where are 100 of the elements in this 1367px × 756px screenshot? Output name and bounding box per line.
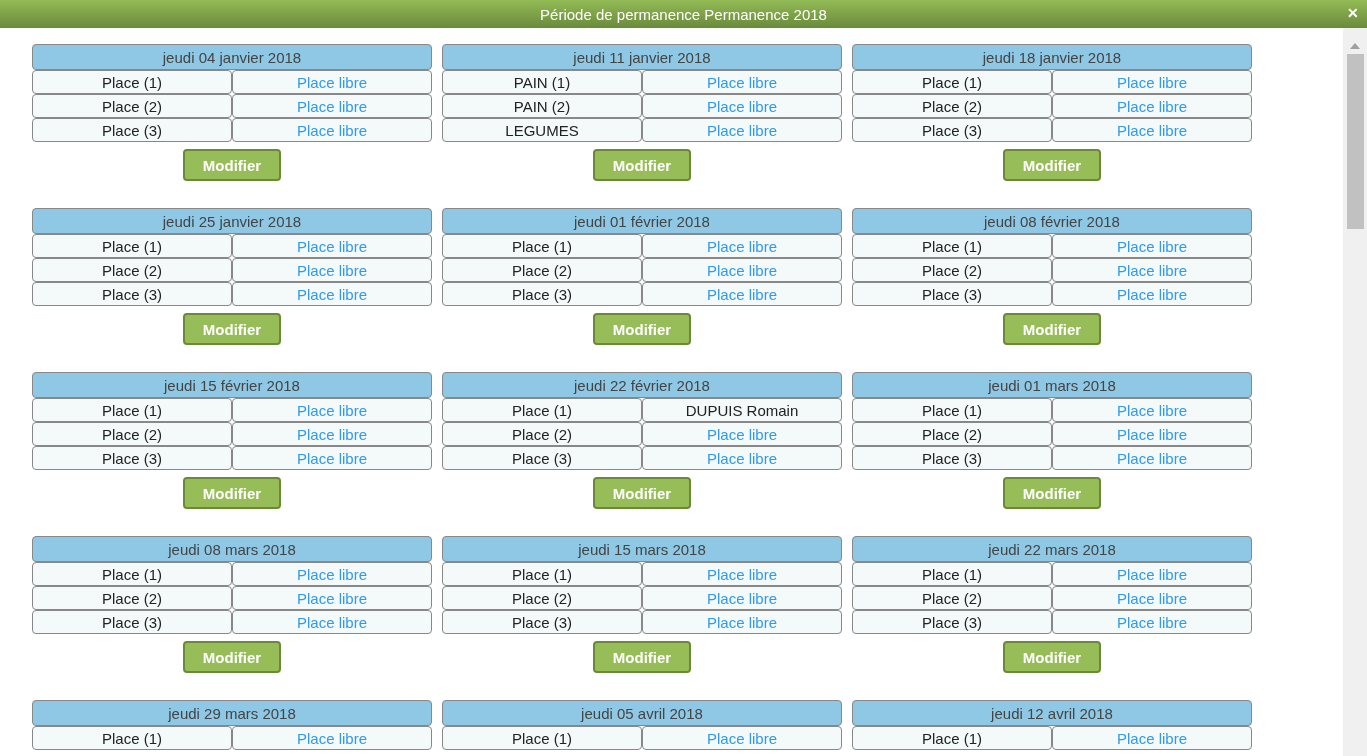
place-cell: Place (1) <box>32 562 232 586</box>
free-slot-link[interactable]: Place libre <box>1052 422 1252 446</box>
date-header: jeudi 15 février 2018 <box>32 372 432 398</box>
free-slot-link[interactable]: Place libre <box>642 446 842 470</box>
free-slot-link[interactable]: Place libre <box>232 726 432 750</box>
free-slot-link[interactable]: Place libre <box>642 258 842 282</box>
date-header: jeudi 22 mars 2018 <box>852 536 1252 562</box>
place-cell: Place (1) <box>442 234 642 258</box>
place-cell: Place (3) <box>442 282 642 306</box>
free-slot-link[interactable]: Place libre <box>232 422 432 446</box>
free-slot-link[interactable]: Place libre <box>232 70 432 94</box>
free-slot-link[interactable]: Place libre <box>1052 94 1252 118</box>
place-cell: Place (1) <box>32 70 232 94</box>
free-slot-link[interactable]: Place libre <box>232 118 432 142</box>
place-cell: Place (1) <box>852 234 1052 258</box>
window-title: Période de permanence Permanence 2018 <box>540 5 827 23</box>
scroll-up-icon[interactable] <box>1350 43 1360 49</box>
place-cell: Place (3) <box>852 610 1052 634</box>
modify-button[interactable]: Modifier <box>1003 149 1101 181</box>
modify-button[interactable]: Modifier <box>1003 313 1101 345</box>
modify-button[interactable]: Modifier <box>183 641 281 673</box>
free-slot-link[interactable]: Place libre <box>232 610 432 634</box>
free-slot-link[interactable]: Place libre <box>1052 610 1252 634</box>
free-slot-link[interactable]: Place libre <box>232 258 432 282</box>
place-cell: Place (3) <box>442 610 642 634</box>
date-header: jeudi 04 janvier 2018 <box>32 44 432 70</box>
place-cell: Place (3) <box>32 446 232 470</box>
free-slot-link[interactable]: Place libre <box>1052 234 1252 258</box>
date-header: jeudi 01 mars 2018 <box>852 372 1252 398</box>
free-slot-link[interactable]: Place libre <box>1052 446 1252 470</box>
place-cell: Place (2) <box>852 422 1052 446</box>
modify-button[interactable]: Modifier <box>183 313 281 345</box>
free-slot-link[interactable]: Place libre <box>1052 398 1252 422</box>
modify-button[interactable]: Modifier <box>593 477 691 509</box>
place-cell: Place (2) <box>442 258 642 282</box>
close-button[interactable]: ✕ <box>1347 4 1359 22</box>
free-slot-link[interactable]: Place libre <box>642 118 842 142</box>
place-cell: PAIN (1) <box>442 70 642 94</box>
place-cell: Place (1) <box>32 398 232 422</box>
occupant-cell: DUPUIS Romain <box>642 398 842 422</box>
date-header: jeudi 08 février 2018 <box>852 208 1252 234</box>
place-cell: Place (2) <box>32 586 232 610</box>
modify-button[interactable]: Modifier <box>1003 477 1101 509</box>
date-header: jeudi 25 janvier 2018 <box>32 208 432 234</box>
free-slot-link[interactable]: Place libre <box>642 422 842 446</box>
free-slot-link[interactable]: Place libre <box>232 446 432 470</box>
free-slot-link[interactable]: Place libre <box>642 610 842 634</box>
modify-button[interactable]: Modifier <box>593 149 691 181</box>
place-cell: Place (3) <box>32 282 232 306</box>
free-slot-link[interactable]: Place libre <box>232 94 432 118</box>
place-cell: Place (1) <box>442 726 642 750</box>
date-header: jeudi 12 avril 2018 <box>852 700 1252 726</box>
free-slot-link[interactable]: Place libre <box>642 282 842 306</box>
free-slot-link[interactable]: Place libre <box>232 398 432 422</box>
free-slot-link[interactable]: Place libre <box>232 282 432 306</box>
free-slot-link[interactable]: Place libre <box>642 70 842 94</box>
modify-button[interactable]: Modifier <box>593 313 691 345</box>
free-slot-link[interactable]: Place libre <box>1052 118 1252 142</box>
free-slot-link[interactable]: Place libre <box>232 562 432 586</box>
date-header: jeudi 08 mars 2018 <box>32 536 432 562</box>
place-cell: Place (1) <box>852 398 1052 422</box>
free-slot-link[interactable]: Place libre <box>1052 726 1252 750</box>
free-slot-link[interactable]: Place libre <box>642 562 842 586</box>
scrollbar[interactable] <box>1343 28 1367 756</box>
place-cell: Place (2) <box>852 94 1052 118</box>
place-cell: Place (2) <box>442 586 642 610</box>
modify-button[interactable]: Modifier <box>183 149 281 181</box>
date-header: jeudi 05 avril 2018 <box>442 700 842 726</box>
place-cell: Place (1) <box>32 234 232 258</box>
place-cell: Place (3) <box>32 610 232 634</box>
free-slot-link[interactable]: Place libre <box>1052 562 1252 586</box>
date-header: jeudi 01 février 2018 <box>442 208 842 234</box>
scroll-thumb[interactable] <box>1346 54 1364 229</box>
free-slot-link[interactable]: Place libre <box>1052 586 1252 610</box>
place-cell: Place (2) <box>852 258 1052 282</box>
place-cell: Place (2) <box>32 422 232 446</box>
free-slot-link[interactable]: Place libre <box>232 234 432 258</box>
place-cell: Place (3) <box>852 282 1052 306</box>
place-cell: Place (2) <box>32 94 232 118</box>
free-slot-link[interactable]: Place libre <box>642 94 842 118</box>
free-slot-link[interactable]: Place libre <box>642 234 842 258</box>
free-slot-link[interactable]: Place libre <box>642 726 842 750</box>
date-header: jeudi 29 mars 2018 <box>32 700 432 726</box>
place-cell: Place (2) <box>32 258 232 282</box>
place-cell: Place (3) <box>32 118 232 142</box>
modify-button[interactable]: Modifier <box>183 477 281 509</box>
place-cell: Place (2) <box>852 586 1052 610</box>
place-cell: Place (2) <box>442 422 642 446</box>
place-cell: Place (1) <box>852 562 1052 586</box>
place-cell: Place (1) <box>852 726 1052 750</box>
place-cell: PAIN (2) <box>442 94 642 118</box>
free-slot-link[interactable]: Place libre <box>232 586 432 610</box>
free-slot-link[interactable]: Place libre <box>1052 258 1252 282</box>
free-slot-link[interactable]: Place libre <box>1052 282 1252 306</box>
place-cell: Place (1) <box>852 70 1052 94</box>
free-slot-link[interactable]: Place libre <box>1052 70 1252 94</box>
modify-button[interactable]: Modifier <box>1003 641 1101 673</box>
place-cell: Place (1) <box>32 726 232 750</box>
modify-button[interactable]: Modifier <box>593 641 691 673</box>
free-slot-link[interactable]: Place libre <box>642 586 842 610</box>
